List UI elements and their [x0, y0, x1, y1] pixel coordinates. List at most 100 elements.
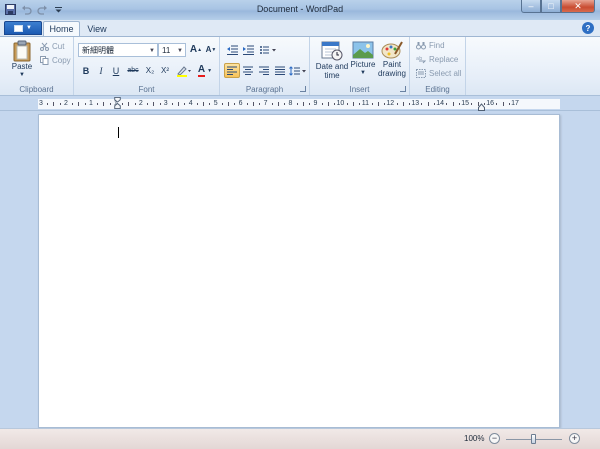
paint-drawing-label-2: drawing [377, 69, 406, 78]
chevron-down-icon: ▼ [207, 67, 213, 74]
editing-group: Find ab Replace Select all Editing [410, 37, 466, 95]
ruler-tick-mark [78, 102, 80, 106]
ruler-tick-label: 1 [88, 100, 93, 107]
increase-indent-button[interactable] [240, 42, 256, 57]
zoom-level-label: 100% [464, 434, 485, 443]
select-all-label: Select all [429, 69, 462, 78]
chevron-down-icon: ▼ [360, 70, 366, 76]
date-time-button[interactable]: Date and time [314, 40, 350, 80]
ruler-tick-mark [496, 103, 498, 105]
ruler-tick-mark [153, 102, 155, 106]
chevron-down-icon: ▼ [149, 48, 155, 54]
tab-view[interactable]: View [82, 21, 112, 36]
bold-button[interactable]: B [78, 63, 94, 78]
copy-button[interactable]: Copy [40, 56, 71, 65]
font-group-label: Font [138, 85, 155, 94]
ruler-tick-mark [377, 102, 379, 106]
superscript-button[interactable]: X² [157, 63, 173, 78]
insert-group-label: Insert [349, 85, 370, 94]
text-cursor [118, 127, 119, 138]
ruler-tick-mark [196, 103, 198, 105]
cut-button[interactable]: Cut [40, 42, 64, 51]
ribbon-tab-row: ▼ Home View ? [0, 20, 600, 36]
ruler-tick-label: 13 [411, 100, 420, 107]
select-all-button[interactable]: Select all [416, 69, 461, 78]
align-center-icon [243, 66, 253, 75]
chevron-down-icon: ▼ [19, 72, 25, 78]
replace-button[interactable]: ab Replace [416, 55, 458, 64]
align-center-button[interactable] [240, 63, 256, 78]
zoom-out-button[interactable]: − [489, 433, 500, 444]
ruler-tick-mark [446, 103, 448, 105]
ruler-tick-mark [302, 102, 304, 106]
close-button[interactable]: ✕ [561, 0, 595, 13]
date-time-label-2: time [324, 71, 340, 80]
first-line-indent-marker[interactable] [114, 97, 121, 109]
ruler-tick-mark [321, 103, 323, 105]
line-spacing-icon [289, 65, 306, 76]
ruler-tick-label: 3 [39, 100, 43, 107]
ruler-tick-mark [178, 102, 180, 106]
align-right-icon [259, 66, 269, 75]
highlight-color-button[interactable] [174, 63, 194, 78]
paint-palette-icon [381, 41, 403, 59]
font-family-select[interactable]: 新細明體 ▼ [78, 43, 158, 57]
ruler-tick-mark [203, 102, 205, 106]
zoom-in-button[interactable]: + [569, 433, 580, 444]
application-menu-button[interactable]: ▼ [4, 21, 42, 35]
font-color-button[interactable]: A ▼ [195, 63, 215, 78]
align-right-button[interactable] [256, 63, 272, 78]
ruler-tick-mark [53, 102, 55, 106]
window-title: Document - WordPad [256, 4, 344, 14]
font-size-select[interactable]: 11 ▼ [158, 43, 186, 57]
ruler-tick-label: 5 [213, 100, 218, 107]
strikethrough-button[interactable]: abc [124, 63, 142, 78]
replace-label: Replace [429, 55, 459, 64]
select-all-icon [416, 69, 426, 78]
date-time-label-1: Date and [315, 62, 349, 71]
ruler-tick-mark [246, 103, 248, 105]
maximize-button[interactable]: □ [541, 0, 561, 13]
grow-font-label: A [189, 44, 198, 55]
font-group: 新細明體 ▼ 11 ▼ A ▲ A ▼ B I U abc X₂ X² A ▼ Fo… [74, 37, 220, 95]
line-spacing-button[interactable] [288, 63, 308, 78]
ruler[interactable]: 3 2 1 1 2 3 4 5 6 7 8 9 10 11 12 13 14 15 16 17 [0, 96, 600, 111]
chevron-down-icon: ▼ [177, 48, 183, 54]
ruler-tick-label: 7 [263, 100, 268, 107]
ruler-tick-mark [253, 102, 255, 106]
ruler-tick-mark [271, 103, 273, 105]
decrease-indent-button[interactable] [224, 42, 240, 57]
justify-button[interactable] [272, 63, 288, 78]
ruler-tick-label: 2 [138, 100, 143, 107]
subscript-button[interactable]: X₂ [142, 63, 158, 78]
help-button[interactable]: ? [582, 22, 594, 34]
paint-drawing-button[interactable]: Paint drawing [376, 40, 408, 78]
ruler-tick-mark [221, 103, 223, 105]
zoom-slider-thumb[interactable] [531, 434, 536, 444]
copy-label: Copy [52, 56, 71, 65]
justify-icon [275, 66, 285, 75]
title-bar: Document - WordPad – □ ✕ [0, 0, 600, 20]
minimize-button[interactable]: – [521, 0, 541, 13]
ruler-tick-mark [147, 103, 149, 105]
replace-icon: ab [416, 56, 426, 64]
clipboard-icon [13, 40, 31, 62]
grow-arrow-icon: ▲ [197, 46, 203, 53]
scissors-icon [40, 42, 49, 51]
paragraph-dialog-launcher[interactable] [300, 86, 306, 92]
underline-button[interactable]: U [108, 63, 124, 78]
paste-button[interactable]: Paste ▼ [6, 40, 38, 80]
picture-button[interactable]: Picture ▼ [348, 40, 378, 78]
insert-dialog-launcher[interactable] [400, 86, 406, 92]
ruler-tick-mark [122, 103, 124, 105]
find-button[interactable]: Find [416, 41, 445, 50]
document-page[interactable] [38, 114, 560, 428]
align-left-button[interactable] [224, 63, 240, 78]
grow-font-button[interactable]: A ▲ [188, 42, 204, 57]
bullets-button[interactable] [257, 42, 279, 57]
decrease-indent-icon [227, 45, 238, 55]
shrink-font-button[interactable]: A ▼ [203, 42, 219, 57]
italic-button[interactable]: I [93, 63, 109, 78]
tab-home[interactable]: Home [43, 21, 80, 36]
ruler-tick-label: 17 [511, 100, 519, 107]
